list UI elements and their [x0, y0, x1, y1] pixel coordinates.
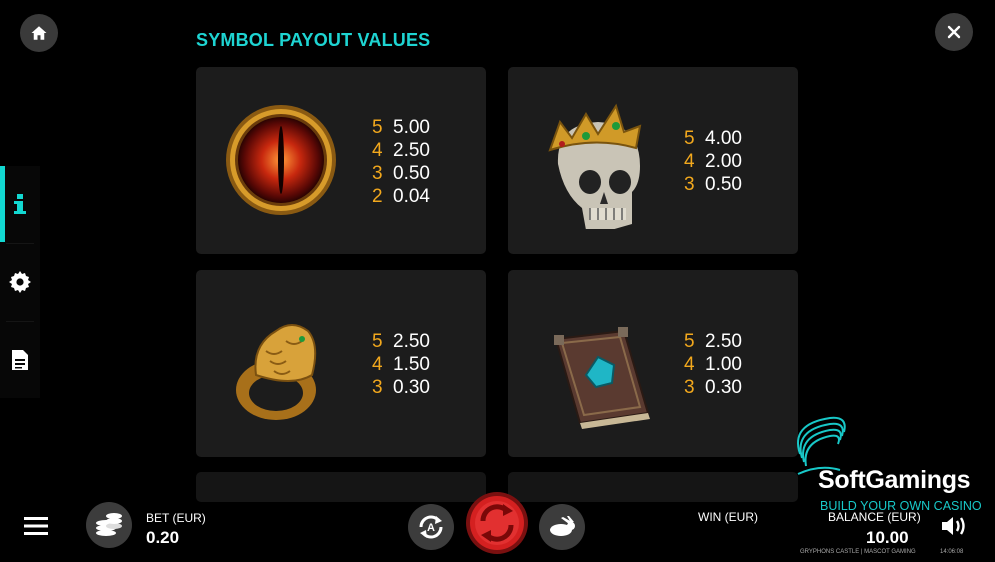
payout-row: 3 0.50 — [684, 174, 742, 195]
autoplay-icon: A — [419, 515, 443, 539]
bet-button[interactable] — [86, 502, 132, 548]
tab-info[interactable] — [0, 166, 40, 242]
symbol-card-golden-ring: 5 2.50 4 1.50 3 0.30 — [196, 270, 486, 457]
home-button[interactable] — [20, 14, 58, 52]
payout-row: 4 1.00 — [684, 354, 742, 375]
payout-row: 4 2.00 — [684, 151, 742, 172]
sound-button[interactable] — [940, 515, 968, 542]
payout-table: 5 2.50 4 1.00 3 0.30 — [684, 330, 742, 399]
spin-button[interactable] — [465, 491, 529, 555]
payout-row: 3 0.30 — [684, 377, 742, 398]
softgamings-watermark: SoftGamings BUILD YOUR OWN CASINO — [790, 414, 990, 514]
payout-row: 5 5.00 — [372, 117, 430, 138]
spell-book-symbol — [554, 327, 650, 429]
close-button[interactable] — [935, 13, 973, 51]
crowned-skull-symbol — [548, 103, 642, 229]
tab-settings[interactable] — [0, 244, 40, 320]
bet-value: 0.20 — [146, 528, 180, 547]
autoplay-button[interactable]: A — [408, 504, 454, 550]
info-icon — [14, 194, 26, 214]
win-label: WIN (EUR) — [698, 510, 758, 524]
payout-table: 5 4.00 4 2.00 3 0.50 — [684, 127, 742, 196]
payout-row: 5 4.00 — [684, 128, 742, 149]
footer-game-info: GRYPHONS CASTLE | MASCOT GAMING — [800, 549, 916, 555]
watermark-tagline: BUILD YOUR OWN CASINO — [820, 499, 982, 513]
payout-row: 4 2.50 — [372, 140, 430, 161]
gear-icon — [9, 271, 31, 293]
close-icon — [947, 25, 961, 39]
payout-row: 3 0.50 — [372, 163, 430, 184]
home-icon — [31, 26, 47, 40]
document-icon — [12, 350, 28, 370]
symbol-card-spell-book: 5 2.50 4 1.00 3 0.30 — [508, 270, 798, 457]
bet-label: BET (EUR) — [146, 511, 206, 525]
page-title: SYMBOL PAYOUT VALUES — [196, 30, 431, 50]
svg-text:A: A — [427, 522, 435, 534]
payout-row: 5 2.50 — [372, 331, 430, 352]
spin-icon — [466, 492, 528, 554]
coins-icon — [96, 513, 122, 536]
turbo-button[interactable] — [539, 504, 585, 550]
payout-table: 5 2.50 4 1.50 3 0.30 — [372, 330, 430, 399]
hamburger-icon — [24, 517, 48, 535]
footer-clock: 14:06:08 — [940, 549, 964, 555]
payout-row: 3 0.30 — [372, 377, 430, 398]
balance-value: 10.00 — [866, 528, 909, 547]
side-navigation — [0, 166, 40, 398]
payout-row: 5 2.50 — [684, 331, 742, 352]
speaker-icon — [942, 517, 965, 535]
golden-ring-symbol — [236, 324, 317, 420]
symbol-card-crowned-skull: 5 4.00 4 2.00 3 0.50 — [508, 67, 798, 254]
watermark-brand: SoftGamings — [818, 466, 971, 494]
rabbit-icon — [550, 516, 575, 536]
payout-row: 2 0.04 — [372, 186, 430, 207]
payout-row: 4 1.50 — [372, 354, 430, 375]
payout-table: 5 5.00 4 2.50 3 0.50 2 0.04 — [372, 116, 430, 208]
menu-button[interactable] — [24, 516, 52, 536]
dragon-eye-symbol — [226, 105, 336, 215]
symbol-card-dragon-eye: 5 5.00 4 2.50 3 0.50 2 0.04 — [196, 67, 486, 254]
tab-rules[interactable] — [0, 322, 40, 398]
